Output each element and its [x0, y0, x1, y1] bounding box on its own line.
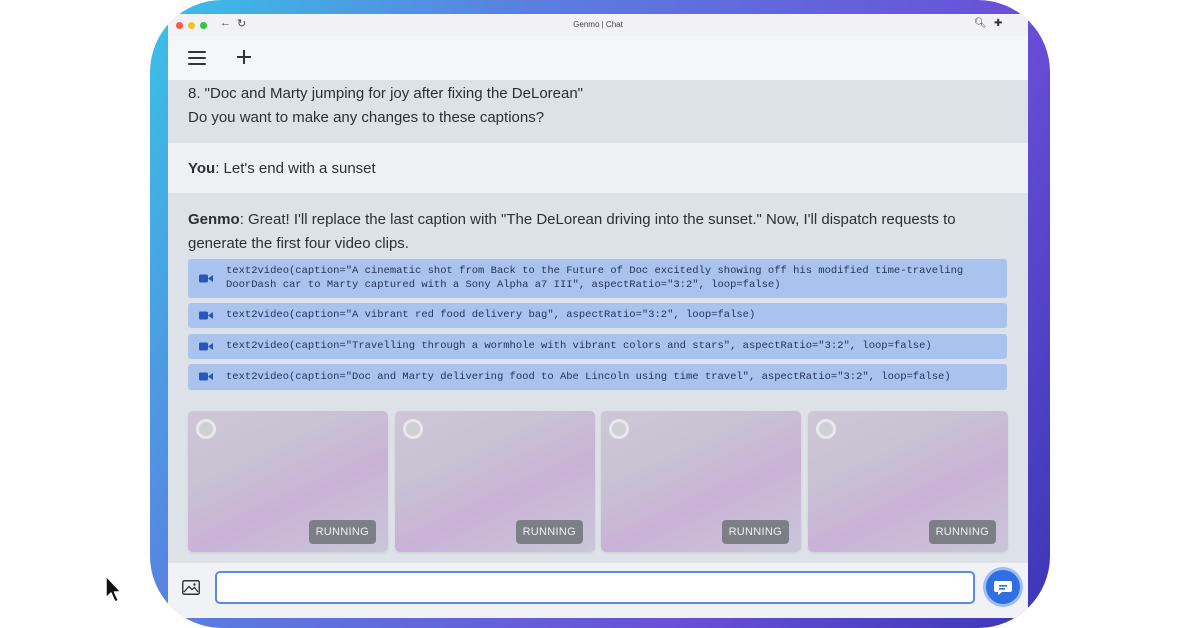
assistant-speaker-label: Genmo — [188, 211, 240, 228]
user-message-body: : Let's end with a sunset — [215, 160, 376, 177]
previous-message-line2: Do you want to make any changes to these… — [188, 109, 545, 126]
video-card-1[interactable]: RUNNING — [188, 411, 388, 552]
tab-title: Genmo | Chat — [573, 20, 623, 29]
user-message-text: You: Let's end with a sunset — [188, 157, 376, 181]
status-badge: RUNNING — [308, 520, 376, 544]
video-camera-icon — [199, 311, 213, 320]
app-header — [168, 36, 1028, 81]
image-upload-icon[interactable] — [182, 580, 200, 595]
tool-call-4[interactable]: text2video(caption="Doc and Marty delive… — [188, 364, 1007, 390]
user-speaker-label: You — [188, 160, 216, 177]
status-badge: RUNNING — [515, 520, 583, 544]
loading-spinner-icon — [816, 419, 836, 439]
browser-titlebar: ← ↻ Genmo | Chat 🔍︎ ✚ — [168, 14, 1028, 37]
new-chat-plus-icon[interactable] — [236, 49, 252, 65]
video-card-2[interactable]: RUNNING — [395, 411, 595, 552]
tool-call-code: text2video(caption="A vibrant red food d… — [226, 309, 756, 321]
tool-call-code: text2video(caption="Doc and Marty delive… — [226, 371, 951, 383]
browser-window: ← ↻ Genmo | Chat 🔍︎ ✚ 8. "Doc and Marty … — [168, 14, 1028, 618]
hamburger-menu-icon[interactable] — [188, 51, 206, 65]
zoom-icon[interactable]: 🔍︎ — [974, 18, 987, 29]
message-input[interactable] — [215, 571, 975, 604]
video-card-3[interactable]: RUNNING — [601, 411, 801, 552]
chat-bubble-icon — [994, 581, 1012, 595]
tool-call-code: text2video(caption="A cinematic shot fro… — [226, 265, 970, 291]
status-badge: RUNNING — [721, 520, 789, 544]
previous-message: 8. "Doc and Marty jumping for joy after … — [168, 80, 1028, 142]
tool-call-2[interactable]: text2video(caption="A vibrant red food d… — [188, 303, 1007, 328]
mouse-cursor-icon — [105, 575, 122, 603]
tool-call-1[interactable]: text2video(caption="A cinematic shot fro… — [188, 259, 1007, 298]
extensions-icon[interactable]: ✚ — [994, 18, 1002, 29]
status-badge: RUNNING — [928, 520, 996, 544]
video-camera-icon — [199, 342, 213, 351]
loading-spinner-icon — [196, 419, 216, 439]
video-camera-icon — [199, 372, 213, 381]
previous-message-line1: 8. "Doc and Marty jumping for joy after … — [188, 85, 584, 102]
tool-call-code: text2video(caption="Travelling through a… — [226, 340, 932, 352]
user-message: You: Let's end with a sunset — [168, 143, 1028, 193]
video-camera-icon — [199, 274, 213, 283]
send-button[interactable] — [986, 570, 1020, 604]
loading-spinner-icon — [609, 419, 629, 439]
device-frame: ← ↻ Genmo | Chat 🔍︎ ✚ 8. "Doc and Marty … — [150, 0, 1050, 628]
assistant-message-body: : Great! I'll replace the last caption w… — [188, 211, 956, 252]
message-composer — [168, 562, 1028, 618]
video-card-4[interactable]: RUNNING — [808, 411, 1008, 552]
assistant-message-text: Genmo: Great! I'll replace the last capt… — [188, 208, 988, 256]
tool-call-3[interactable]: text2video(caption="Travelling through a… — [188, 334, 1007, 359]
loading-spinner-icon — [403, 419, 423, 439]
